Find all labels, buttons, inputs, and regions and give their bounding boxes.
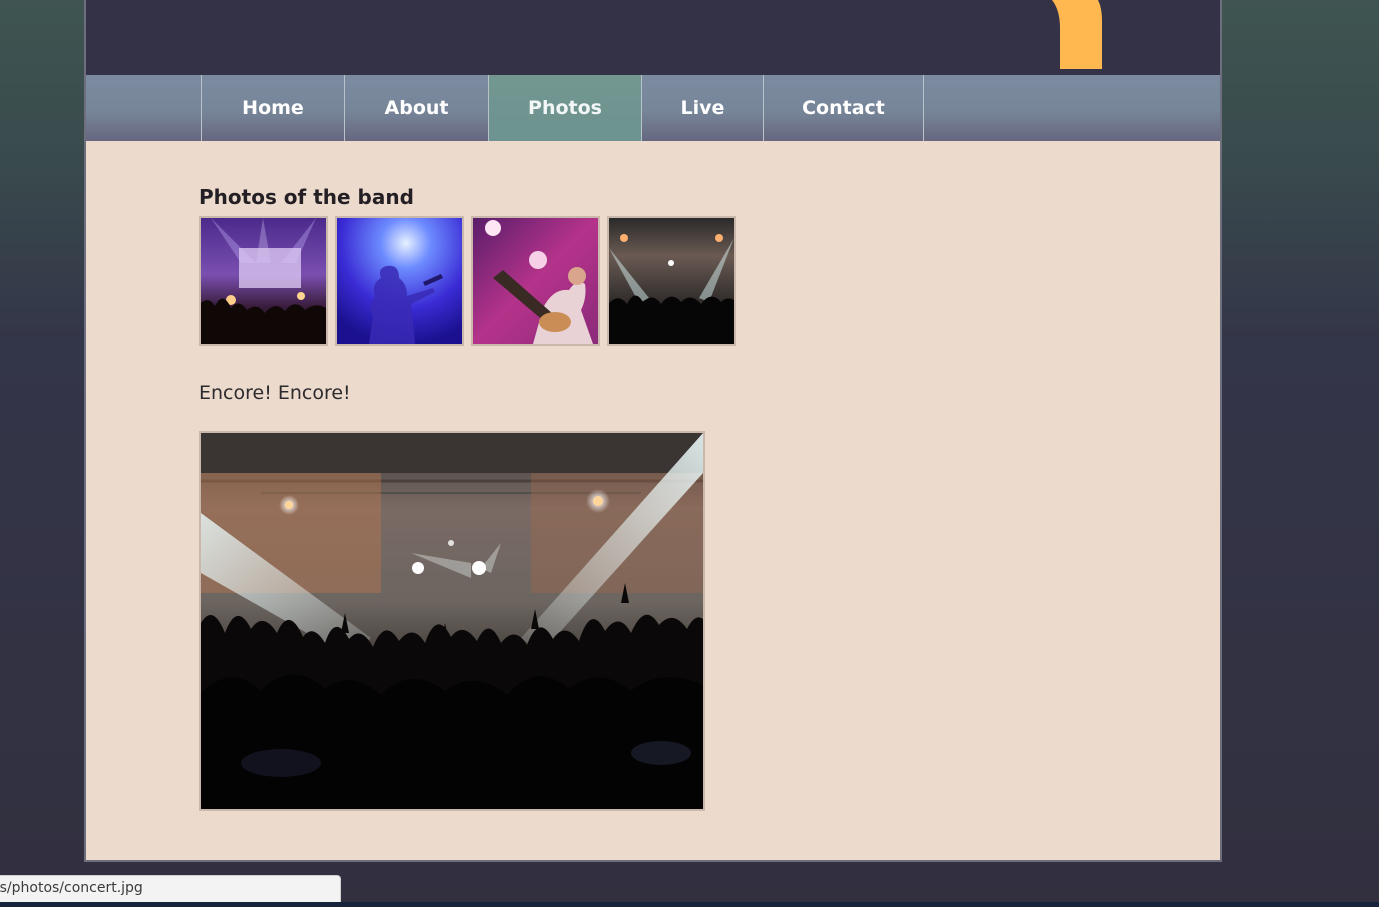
photo-caption: Encore! Encore! bbox=[199, 382, 351, 404]
guitarist-pink-image bbox=[473, 218, 598, 344]
main-navigation: Home About Photos Live Contact bbox=[86, 75, 1220, 141]
status-url: es/photos/concert.jpg bbox=[0, 880, 143, 896]
bottom-edge bbox=[0, 902, 1379, 907]
page-heading: Photos of the band bbox=[199, 185, 414, 209]
featured-concert-photo[interactable] bbox=[199, 431, 705, 811]
nav-item-photos[interactable]: Photos bbox=[488, 75, 641, 141]
browser-status-bar: es/photos/concert.jpg bbox=[0, 875, 341, 902]
band-stage-image bbox=[201, 218, 326, 344]
concert-crowd-image bbox=[609, 218, 734, 344]
main-content: Photos of the band Encore! Encore! bbox=[86, 141, 1220, 860]
nav-list: Home About Photos Live Contact bbox=[201, 75, 924, 141]
nav-item-live[interactable]: Live bbox=[641, 75, 763, 141]
guitarist-silhouette-image bbox=[337, 218, 462, 344]
logo-icon bbox=[1052, 0, 1102, 69]
thumbnail-concert-crowd[interactable] bbox=[607, 216, 736, 346]
nav-item-contact[interactable]: Contact bbox=[763, 75, 924, 141]
concert-crowd-large-image bbox=[201, 433, 703, 809]
thumbnail-guitarist-silhouette[interactable] bbox=[335, 216, 464, 346]
thumbnail-band-stage[interactable] bbox=[199, 216, 328, 346]
thumbnail-guitarist-pink[interactable] bbox=[471, 216, 600, 346]
masthead bbox=[86, 0, 1220, 75]
page-wrapper: Home About Photos Live Contact Photos of… bbox=[84, 0, 1222, 862]
nav-item-home[interactable]: Home bbox=[201, 75, 344, 141]
nav-item-about[interactable]: About bbox=[344, 75, 488, 141]
photo-thumbnails bbox=[199, 216, 736, 346]
